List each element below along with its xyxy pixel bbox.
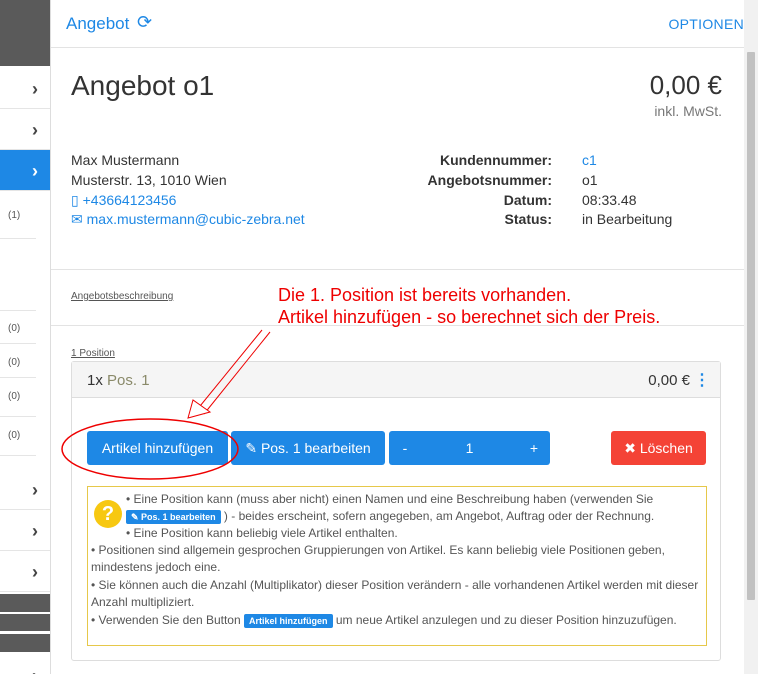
annotation-overlay <box>61 329 271 480</box>
annotation-arrow-line-1 <box>195 329 263 412</box>
annotation-arrow-head <box>187 399 212 419</box>
annotation-ellipse <box>61 418 239 480</box>
annotation-arrow-line-2 <box>203 331 271 415</box>
